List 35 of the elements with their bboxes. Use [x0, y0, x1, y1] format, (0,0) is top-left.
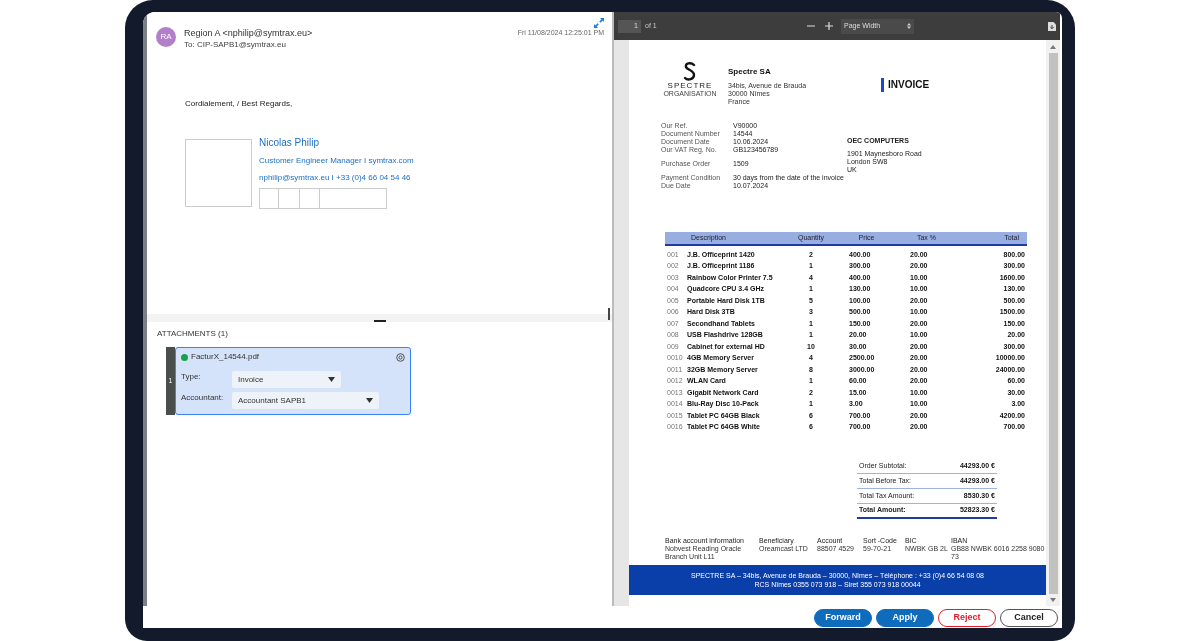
action-button[interactable]: Apply — [876, 609, 934, 627]
scroll-up-icon[interactable] — [1050, 45, 1056, 49]
attachment-card[interactable]: FacturX_14544.pdf Type: Invoice Accountant: Accountant SAPB1 — [175, 347, 411, 415]
download-icon[interactable] — [1048, 21, 1056, 31]
field-label: Type: — [181, 371, 202, 383]
zoom-in-icon[interactable] — [825, 22, 833, 30]
signature-name: Nicolas Philip — [259, 137, 321, 149]
dropdown[interactable]: Accountant SAPB1 — [232, 392, 379, 409]
attachment-filename: FacturX_14544.pdf — [191, 351, 261, 363]
info-icon[interactable] — [396, 352, 405, 362]
caret-icon — [366, 398, 373, 403]
recipient: To: CIP-SAPB1@symtrax.eu — [184, 39, 287, 51]
signature-title: Customer Engineer Manager I symtrax.com — [259, 155, 414, 167]
splitter-handle[interactable] — [373, 320, 386, 322]
stepper-icon — [907, 23, 911, 29]
photo-placeholder — [185, 139, 252, 207]
scrollbar[interactable] — [1046, 40, 1060, 606]
scroll-down-icon[interactable] — [1050, 598, 1056, 602]
attachments-heading: ATTACHMENTS (1) — [157, 328, 229, 340]
avatar: RA — [156, 27, 176, 47]
sender: Region A <nphilip@symtrax.eu> — [184, 27, 314, 39]
company-name: Spectre SA — [728, 66, 772, 78]
invoice-title: INVOICE — [888, 78, 930, 92]
greeting: Cordialement, / Best Regards, — [185, 98, 294, 110]
signature-contact: nphilip@symtrax.eu I +33 (0)4 66 04 54 46 — [259, 172, 412, 184]
action-button[interactable]: Reject — [938, 609, 996, 627]
dropdown[interactable]: Invoice — [232, 371, 341, 388]
expand-icon[interactable] — [594, 18, 604, 28]
action-button[interactable]: Forward — [814, 609, 872, 627]
title-bar — [881, 77, 884, 92]
zoom-out-icon[interactable] — [807, 22, 815, 30]
caret-icon — [328, 377, 335, 382]
splitter-handle[interactable] — [608, 308, 610, 320]
field-label: Accountant: — [181, 392, 225, 404]
action-button[interactable]: Cancel — [1000, 609, 1058, 627]
